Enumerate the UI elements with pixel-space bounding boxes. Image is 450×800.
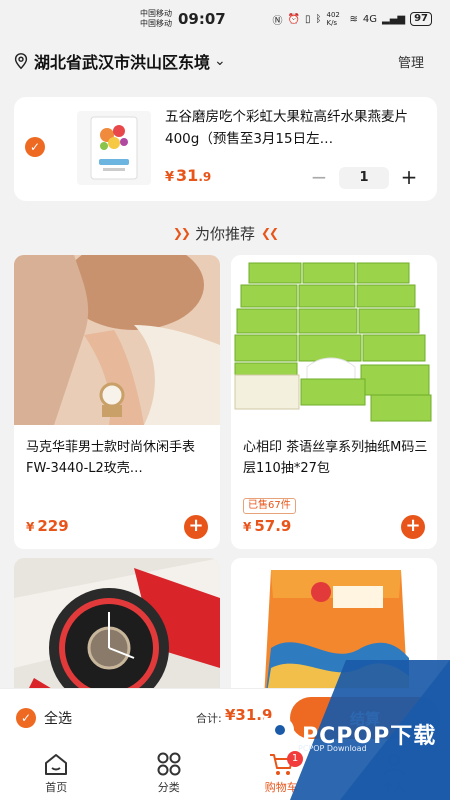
mechanical-watch-image (14, 558, 220, 698)
wifi-icon: ≋ (349, 13, 358, 25)
price-decimal: .9 (198, 170, 212, 184)
carrier-2: 中国移动 (140, 19, 172, 28)
network-speed: 402 K/s (326, 11, 340, 27)
product-image[interactable] (231, 255, 437, 425)
add-to-cart-button[interactable]: + (184, 515, 208, 539)
checkout-button[interactable]: 结算 (290, 697, 440, 739)
quantity-stepper: − 1 + (305, 167, 423, 189)
person-icon (382, 754, 405, 776)
product-price: ¥57.9 (243, 517, 291, 535)
sold-count-badge: 已售67件 (243, 498, 296, 514)
checkout-bar: ✓ 全选 合计: ¥31.9 结算 (0, 688, 450, 746)
tab-label: 个人 (382, 781, 405, 794)
select-all-label[interactable]: 全选 (44, 708, 72, 728)
tab-category[interactable]: 分类 (113, 746, 226, 800)
add-to-cart-button[interactable]: + (401, 515, 425, 539)
tab-label: 购物车 (264, 781, 298, 794)
decor-dots-icon: ❯❯ (172, 226, 191, 240)
cereal-pack-image (90, 116, 138, 180)
product-card[interactable]: 马克华菲男士款时尚休闲手表FW-3440-L2玫壳… ¥229 + (14, 255, 220, 549)
cart-page: 中国移动 中国移动 09:07 Ⓝ ⏰ ▯ ᛒ 402 K/s ≋ 4G ▂▄▆… (0, 0, 450, 800)
select-all-checkbox[interactable]: ✓ (16, 707, 36, 728)
status-icons: Ⓝ ⏰ ▯ ᛒ 402 K/s ≋ 4G ▂▄▆ 97 (273, 11, 432, 27)
category-icon (157, 752, 181, 776)
tab-label: 分类 (157, 781, 180, 794)
recommend-header: ❯❯ 为你推荐 ❮❮ (0, 220, 450, 246)
clock: 09:07 (178, 10, 226, 28)
nfc-icon: Ⓝ (272, 15, 283, 27)
product-thumbnail[interactable] (77, 111, 151, 185)
product-title[interactable]: 心相印 茶语丝享系列抽纸M码三层110抽*27包 (243, 437, 429, 479)
cart-count-badge: 1 (287, 751, 303, 767)
currency-symbol: ¥ (26, 520, 35, 534)
increase-button[interactable]: + (395, 167, 423, 189)
tissue-pack-image (231, 255, 437, 425)
tab-home[interactable]: 首页 (0, 746, 113, 800)
rice-bag-image (231, 558, 437, 698)
price-value: 57.9 (254, 517, 292, 535)
product-card[interactable]: 心相印 茶语丝享系列抽纸M码三层110抽*27包 已售67件 ¥57.9 + (231, 255, 437, 549)
product-image[interactable] (14, 558, 220, 698)
carrier-info: 中国移动 中国移动 (140, 9, 172, 29)
total-label: 合计: (196, 712, 222, 725)
currency-symbol: ¥ (243, 520, 252, 534)
quantity-field[interactable]: 1 (339, 167, 389, 189)
product-image[interactable] (14, 255, 220, 425)
cart-item-price: ¥31.9 (165, 166, 211, 185)
manage-button[interactable]: 管理 (398, 52, 424, 71)
product-price: ¥229 (26, 517, 69, 535)
price-integer: 31 (176, 166, 199, 185)
home-icon (45, 754, 68, 775)
price-value: 229 (37, 517, 69, 535)
signal-label: 4G (362, 13, 377, 25)
decor-dots-icon: ❮❮ (261, 226, 279, 240)
tab-label: 首页 (45, 781, 68, 794)
product-title[interactable]: 马克华菲男士款时尚休闲手表FW-3440-L2玫壳… (26, 437, 212, 479)
location-address[interactable]: 湖北省武汉市洪山区东境 (34, 49, 210, 73)
signal-icon: ▂▄▆ (382, 13, 406, 25)
cart-item-checkbox[interactable]: ✓ (25, 137, 45, 157)
battery-icon: 97 (410, 12, 432, 26)
status-bar: 中国移动 中国移动 09:07 Ⓝ ⏰ ▯ ᛒ 402 K/s ≋ 4G ▂▄▆… (0, 0, 450, 38)
tab-bar: 首页 分类 1 购物车 个人 (0, 746, 450, 800)
carrier-1: 中国移动 (140, 9, 172, 18)
watch-model-image (14, 255, 220, 425)
tab-cart[interactable]: 1 购物车 (225, 746, 338, 800)
location-bar: 湖北省武汉市洪山区东境 ⌄ 管理 (0, 44, 450, 78)
product-card[interactable] (14, 558, 220, 698)
currency-symbol: ¥ (165, 170, 175, 185)
bluetooth-icon: ᛒ (315, 13, 322, 25)
chevron-down-icon[interactable]: ⌄ (214, 53, 226, 69)
decrease-button[interactable]: − (305, 167, 333, 189)
product-image[interactable] (231, 558, 437, 698)
vibrate-icon: ▯ (304, 13, 311, 25)
location-pin-icon (14, 53, 28, 70)
total-value: ¥31.9 (225, 706, 273, 724)
cart-item-card: ✓ 五谷磨房吃个彩虹大果粒高纤水果燕麦片400g（预售至3月15日左… ¥31.… (14, 97, 437, 201)
alarm-icon: ⏰ (287, 13, 300, 25)
recommend-title: 为你推荐 (194, 224, 255, 243)
product-card[interactable] (231, 558, 437, 698)
tab-profile[interactable]: 个人 (338, 746, 450, 800)
cart-item-title[interactable]: 五谷磨房吃个彩虹大果粒高纤水果燕麦片400g（预售至3月15日左… (165, 106, 427, 150)
